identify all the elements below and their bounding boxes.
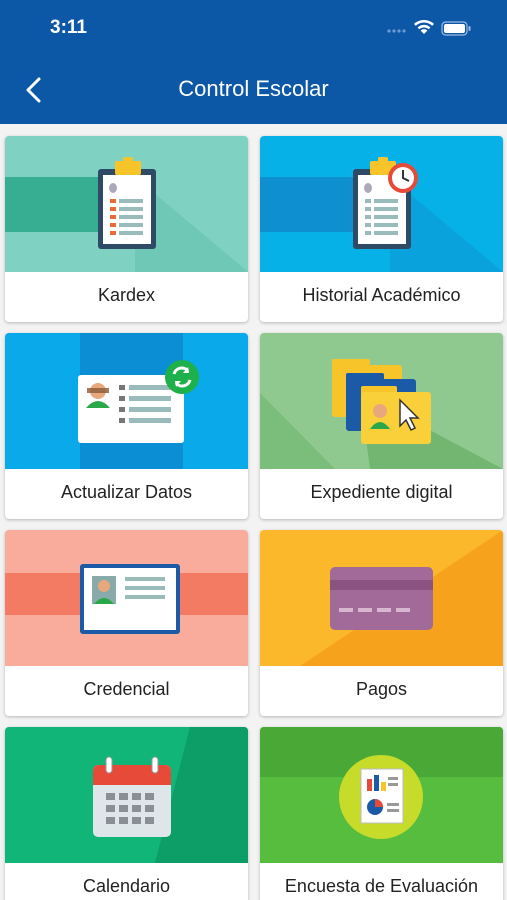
status-time: 3:11 bbox=[50, 17, 87, 38]
page-title: Control Escolar bbox=[178, 76, 329, 101]
calendario-art bbox=[5, 727, 248, 863]
encuesta-art bbox=[260, 727, 503, 863]
actualizar-art bbox=[5, 333, 248, 469]
tile-label: Encuesta de Evaluación bbox=[284, 876, 479, 896]
tile-label: Historial Académico bbox=[302, 285, 461, 305]
tile-calendario[interactable]: Calendario bbox=[5, 727, 248, 900]
status-icons bbox=[383, 16, 483, 40]
tile-pagos[interactable]: Pagos bbox=[260, 530, 503, 716]
tile-historial-academico[interactable]: Historial Académico bbox=[260, 136, 503, 322]
wifi-icon bbox=[414, 20, 434, 34]
battery-icon bbox=[441, 21, 471, 36]
expediente-art bbox=[260, 333, 503, 469]
tile-grid: Kardex Historial Académico Actualizar Da… bbox=[0, 124, 507, 900]
tile-label: Credencial bbox=[83, 679, 170, 699]
tile-label: Pagos bbox=[355, 679, 408, 699]
clipboard-clock-icon bbox=[260, 136, 503, 272]
tile-credencial[interactable]: Credencial bbox=[5, 530, 248, 716]
tile-actualizar-datos[interactable]: Actualizar Datos bbox=[5, 333, 248, 519]
tile-label: Calendario bbox=[82, 876, 171, 896]
tile-encuesta-evaluacion[interactable]: Encuesta de Evaluación bbox=[260, 727, 503, 900]
tile-label: Expediente digital bbox=[310, 482, 453, 502]
top-bar: 3:11 Control Escolar bbox=[0, 0, 507, 124]
calendar-icon bbox=[5, 727, 248, 863]
tile-label: Kardex bbox=[97, 285, 156, 305]
cellular-signal-icon bbox=[387, 29, 406, 33]
folders-icon bbox=[260, 333, 503, 469]
id-badge-icon bbox=[5, 530, 248, 666]
survey-report-icon bbox=[260, 727, 503, 863]
credit-card-icon bbox=[260, 530, 503, 666]
kardex-art bbox=[5, 136, 248, 272]
tile-expediente-digital[interactable]: Expediente digital bbox=[260, 333, 503, 519]
credencial-art bbox=[5, 530, 248, 666]
pagos-art bbox=[260, 530, 503, 666]
tile-label: Actualizar Datos bbox=[60, 482, 193, 502]
id-card-refresh-icon bbox=[5, 333, 248, 469]
tile-kardex[interactable]: Kardex bbox=[5, 136, 248, 322]
historial-art bbox=[260, 136, 503, 272]
clipboard-icon bbox=[5, 136, 248, 272]
